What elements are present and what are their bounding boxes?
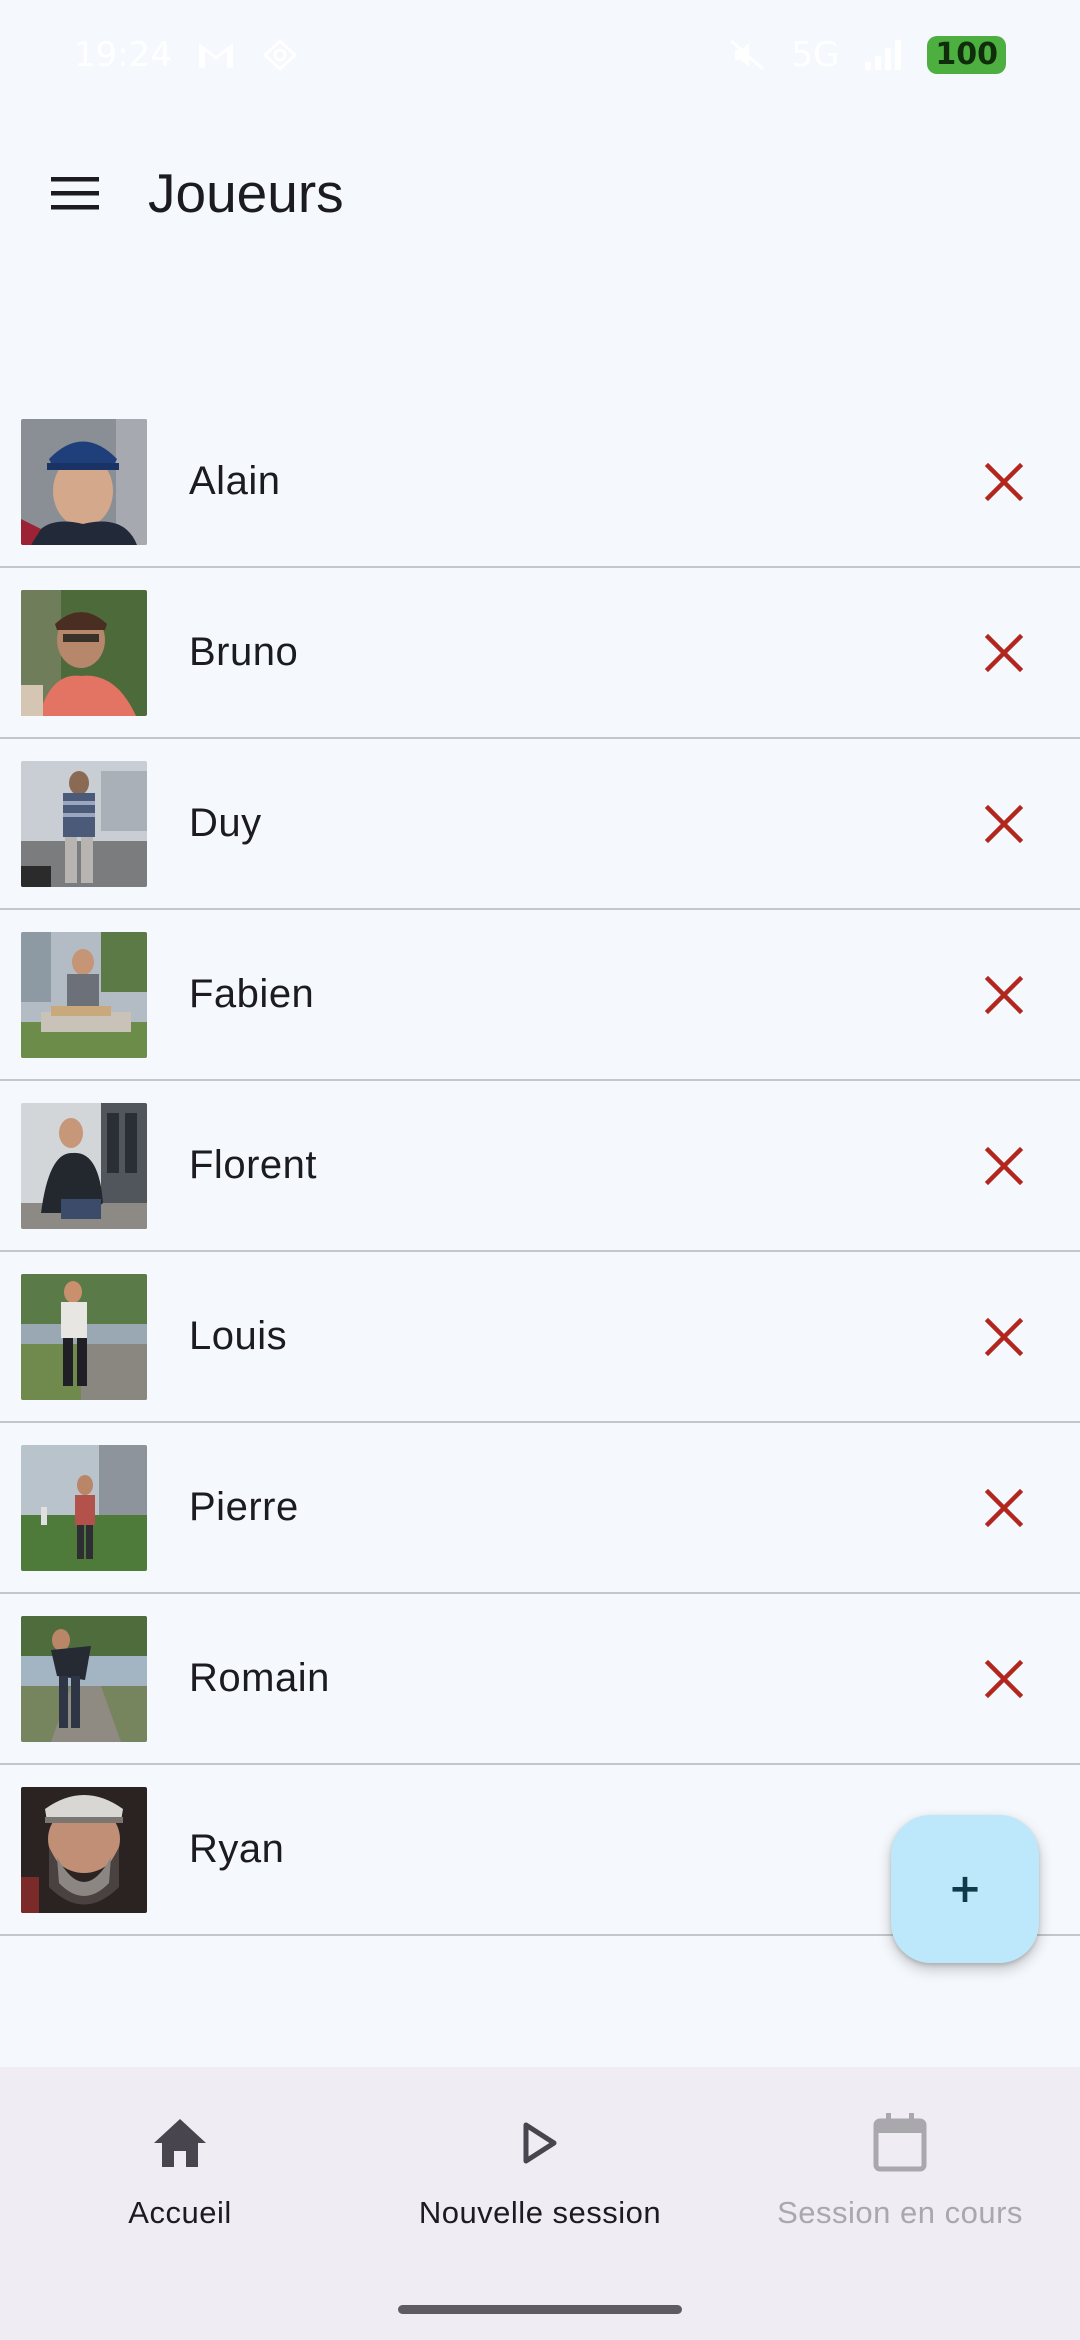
player-name: Florent [189,1143,317,1187]
delete-player-button[interactable] [968,1301,1040,1373]
nfc-icon [260,38,300,72]
player-photo [21,589,147,716]
player-name: Alain [189,459,281,503]
player-photo [21,1615,147,1742]
close-icon [984,1488,1024,1527]
close-icon [984,633,1024,672]
status-bar: 19:24 5G 100 [0,0,1080,110]
network-label: 5G [791,35,840,75]
player-row[interactable]: Duy [0,739,1080,910]
player-name: Louis [189,1314,288,1358]
page-title: Joueurs [148,161,344,224]
status-right: 5G 100 [727,35,1006,75]
close-icon [984,804,1024,843]
player-photo [21,1444,147,1571]
add-player-button[interactable]: + [891,1815,1039,1963]
nav-label: Accueil [128,2195,232,2230]
player-name: Ryan [189,1827,285,1871]
nav-label: Nouvelle session [418,2195,662,2230]
player-row[interactable]: Romain [0,1594,1080,1765]
status-time: 19:24 [74,35,172,75]
hamburger-menu-icon [51,176,99,209]
home-icon [148,2111,212,2175]
player-photo [21,1102,147,1229]
player-row[interactable]: Alain [0,397,1080,568]
player-name: Bruno [189,630,299,674]
player-name: Duy [189,801,262,845]
nav-item-accueil[interactable]: Accueil [0,2067,360,2340]
battery-indicator: 100 [927,36,1006,74]
delete-player-button[interactable] [968,1130,1040,1202]
close-icon [984,1659,1024,1698]
play-icon [508,2111,572,2175]
nav-item-nouvelle-session[interactable]: Nouvelle session [360,2067,720,2340]
player-row[interactable]: Louis [0,1252,1080,1423]
player-name: Romain [189,1656,330,1700]
close-icon [984,462,1024,501]
player-row[interactable]: Fabien [0,910,1080,1081]
player-row[interactable]: Pierre [0,1423,1080,1594]
signal-icon [863,38,903,72]
calendar-icon [868,2111,932,2175]
player-row[interactable]: Florent [0,1081,1080,1252]
delete-player-button[interactable] [968,617,1040,689]
close-icon [984,975,1024,1014]
delete-player-button[interactable] [968,446,1040,518]
player-row[interactable]: Bruno [0,568,1080,739]
bottom-navigation: Accueil Nouvelle session Session en cour… [0,2067,1080,2340]
delete-player-button[interactable] [968,1472,1040,1544]
player-list: Alain Bruno Duy Fabien Florent Louis Pie… [0,397,1080,1936]
delete-player-button[interactable] [968,959,1040,1031]
nav-label: Session en cours [777,2195,1023,2230]
mute-icon [727,38,767,72]
player-photo [21,418,147,545]
delete-player-button[interactable] [968,1643,1040,1715]
gmail-icon [196,38,236,72]
player-photo [21,1786,147,1913]
delete-player-button[interactable] [968,788,1040,860]
player-name: Fabien [189,972,315,1016]
status-left: 19:24 [74,35,300,75]
player-photo [21,760,147,887]
player-name: Pierre [189,1485,299,1529]
close-icon [984,1146,1024,1185]
menu-button[interactable] [0,130,150,255]
app-bar: Joueurs [0,130,1080,255]
player-photo [21,1273,147,1400]
nav-item-session-en-cours[interactable]: Session en cours [720,2067,1080,2340]
home-indicator[interactable] [398,2305,682,2314]
player-photo [21,931,147,1058]
close-icon [984,1317,1024,1356]
